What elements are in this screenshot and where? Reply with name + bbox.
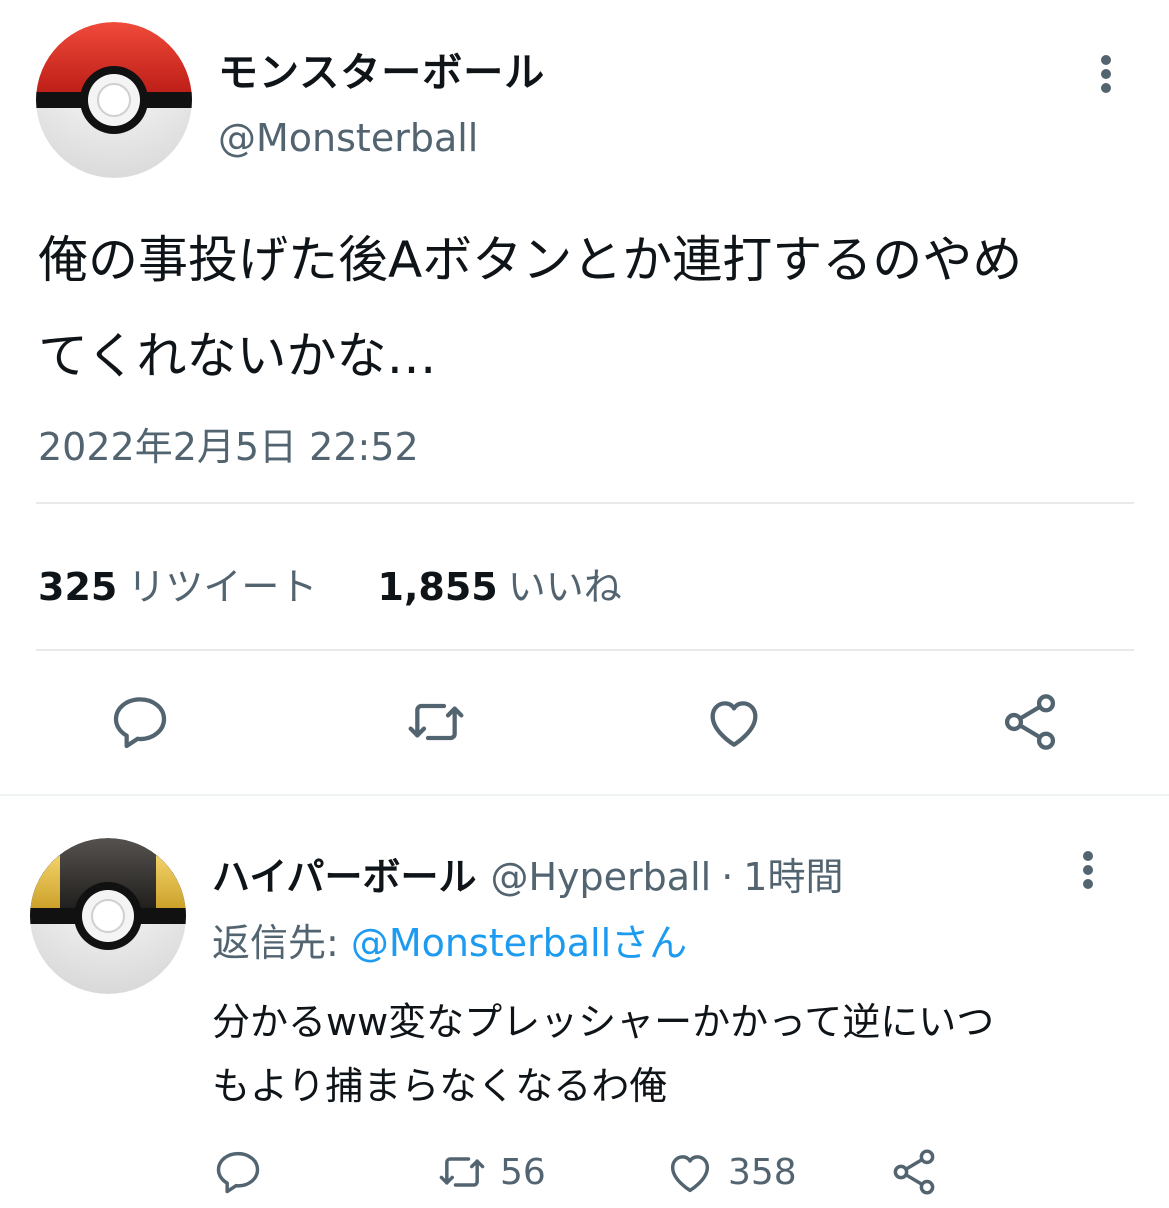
- tweet-timestamp[interactable]: 2022年2月5日 22:52: [38, 416, 419, 471]
- reply-header: ハイパーボール @Hyperball · 1時間: [212, 846, 843, 901]
- more-options-icon[interactable]: [1070, 848, 1106, 892]
- heart-icon: [670, 1155, 710, 1193]
- like-button[interactable]: 358: [664, 1144, 797, 1200]
- retweet-icon: [408, 703, 464, 741]
- relative-time[interactable]: 1時間: [743, 855, 843, 899]
- like-count: 358: [728, 1151, 797, 1193]
- tweet-text-line: 俺の事投げた後Aボタンとか連打するのやめ: [38, 231, 1023, 289]
- reply-button[interactable]: [108, 690, 172, 754]
- like-count: 1,855: [377, 565, 498, 609]
- reply-to: 返信先: @Monsterballさん: [212, 912, 687, 967]
- reply-button[interactable]: [212, 1144, 264, 1200]
- tweet-text: 俺の事投げた後Aボタンとか連打するのやめ てくれないかな…: [38, 212, 1128, 404]
- tweet-text-line: 分かるww変なプレッシャーかかって逆にいつ: [212, 1000, 995, 1044]
- more-options-icon[interactable]: [1088, 52, 1124, 96]
- tweet-text: 分かるww変なプレッシャーかかって逆にいつ もより捕まらなくなるわ俺: [212, 990, 1092, 1118]
- tweet-stats: 325 リツイート 1,855 いいね: [38, 556, 622, 611]
- retweet-count: 56: [500, 1151, 546, 1193]
- tweet-text-line: もより捕まらなくなるわ俺: [212, 1064, 668, 1108]
- retweet-stat[interactable]: 325 リツイート: [38, 565, 329, 609]
- retweet-count: 325: [38, 565, 118, 609]
- share-icon: [893, 1149, 935, 1195]
- retweet-icon: [439, 1157, 485, 1187]
- user-handle[interactable]: @Hyperball: [490, 855, 711, 899]
- retweet-label: リツイート: [127, 565, 318, 609]
- monster-ball-avatar-icon: [36, 22, 192, 178]
- like-label: いいね: [507, 565, 622, 609]
- reply-icon: [113, 697, 167, 749]
- separator: ·: [721, 855, 734, 899]
- retweet-button[interactable]: [404, 690, 468, 754]
- like-stat[interactable]: 1,855 いいね: [378, 565, 622, 609]
- share-button[interactable]: [998, 690, 1062, 754]
- like-button[interactable]: [702, 690, 766, 754]
- main-tweet: モンスターボール @Monsterball 俺の事投げた後Aボタンとか連打するの…: [0, 0, 1169, 795]
- display-name[interactable]: モンスターボール: [218, 40, 545, 98]
- share-button[interactable]: [888, 1144, 940, 1200]
- divider: [36, 502, 1134, 504]
- display-name[interactable]: ハイパーボール: [212, 855, 476, 899]
- divider: [36, 649, 1134, 651]
- share-icon: [1004, 694, 1056, 750]
- user-handle[interactable]: @Monsterball: [218, 116, 478, 160]
- reply-icon: [216, 1151, 260, 1194]
- retweet-button[interactable]: 56: [436, 1144, 546, 1200]
- heart-icon: [710, 701, 758, 747]
- reply-to-handle-link[interactable]: @Monsterballさん: [351, 921, 687, 965]
- section-divider: [0, 794, 1169, 796]
- reply-to-label: 返信先:: [212, 921, 339, 965]
- hyper-ball-avatar-icon: [30, 838, 186, 994]
- avatar[interactable]: [36, 22, 192, 178]
- avatar[interactable]: [30, 838, 186, 994]
- tweet-detail-page: モンスターボール @Monsterball 俺の事投げた後Aボタンとか連打するの…: [0, 0, 1169, 1208]
- tweet-text-line: てくれないかな…: [38, 327, 437, 385]
